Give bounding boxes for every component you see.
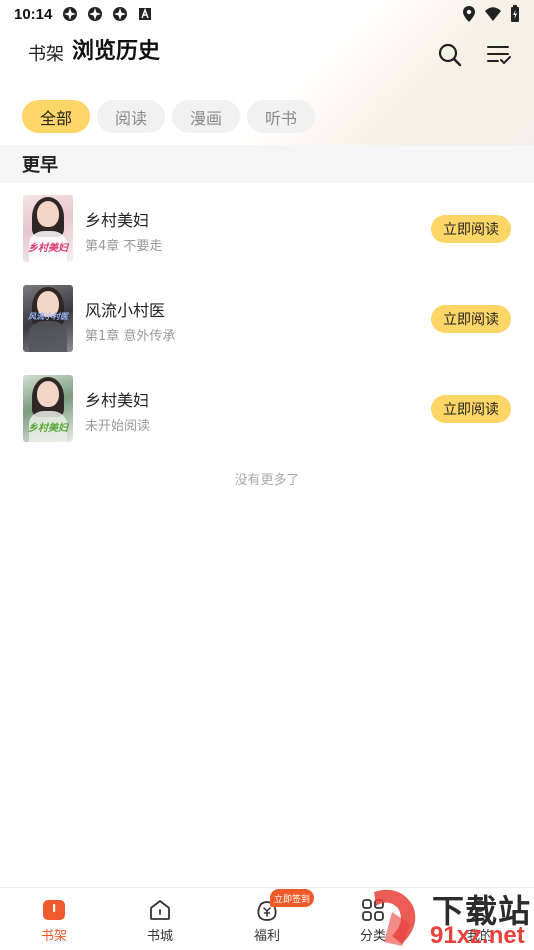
- cover-title: 乡村美妇: [28, 243, 68, 254]
- page-title: 浏览历史: [72, 39, 161, 64]
- book-cover[interactable]: 乡村美妇: [23, 375, 73, 442]
- notification-icon: [113, 7, 128, 21]
- read-now-button[interactable]: 立即阅读: [431, 305, 511, 333]
- list-item[interactable]: 乡村美妇 乡村美妇 未开始阅读 立即阅读: [0, 371, 534, 461]
- bookstore-icon: [150, 900, 170, 920]
- filter-all[interactable]: 全部: [22, 100, 91, 133]
- book-title: 乡村美妇: [85, 211, 150, 230]
- list-item[interactable]: 乡村美妇 乡村美妇 第4章 不要走 立即阅读: [0, 191, 534, 281]
- filter-reading[interactable]: 阅读: [97, 100, 166, 133]
- bookshelf-back-link[interactable]: 书架: [28, 40, 64, 66]
- history-list: 乡村美妇 乡村美妇 第4章 不要走 立即阅读 风流小村医 风流小村医 第1章 意…: [0, 191, 534, 461]
- reading-progress: 第1章 意外传承: [85, 329, 176, 344]
- section-header: 更早: [0, 145, 534, 183]
- status-indicators: [462, 5, 520, 23]
- manage-list-icon[interactable]: [486, 42, 512, 68]
- book-title: 乡村美妇: [85, 391, 150, 410]
- book-cover[interactable]: 乡村美妇: [23, 195, 73, 262]
- book-title: 风流小村医: [85, 301, 166, 320]
- wifi-icon: [485, 7, 501, 21]
- book-cover[interactable]: 风流小村医: [23, 285, 73, 352]
- read-now-button[interactable]: 立即阅读: [431, 395, 511, 423]
- filter-comics[interactable]: 漫画: [172, 100, 241, 133]
- cover-art: [37, 201, 59, 227]
- status-time: 10:14: [14, 5, 53, 23]
- notification-icon: [63, 7, 78, 21]
- notification-icon: [88, 7, 103, 21]
- app-notification-icon: [139, 7, 152, 20]
- reading-progress: 未开始阅读: [85, 419, 151, 434]
- reading-progress: 第4章 不要走: [85, 239, 163, 254]
- cover-title: 乡村美妇: [28, 423, 68, 434]
- tab-label: 福利: [253, 929, 280, 944]
- filter-audiobook[interactable]: 听书: [247, 100, 316, 133]
- bookshelf-icon: [43, 900, 65, 920]
- app-header: 书架 浏览历史: [0, 28, 534, 86]
- battery-icon: [511, 5, 519, 22]
- sign-in-badge[interactable]: 立即签到: [270, 889, 315, 907]
- list-end-text: 没有更多了: [234, 473, 300, 488]
- watermark-url: 91xz.net: [430, 922, 525, 949]
- location-icon: [463, 6, 475, 22]
- search-icon[interactable]: [437, 42, 463, 68]
- tab-label: 书城: [146, 929, 173, 944]
- section-title: 更早: [22, 155, 58, 176]
- list-item[interactable]: 风流小村医 风流小村医 第1章 意外传承 立即阅读: [0, 281, 534, 371]
- status-bar: 10:14: [0, 0, 534, 28]
- tab-label: 书架: [40, 929, 67, 944]
- cover-art: [29, 321, 67, 352]
- cover-title: 风流小村医: [28, 312, 68, 321]
- filter-tabs: 全部 阅读 漫画 听书: [22, 100, 316, 133]
- read-now-button[interactable]: 立即阅读: [431, 215, 511, 243]
- tab-bookstore[interactable]: 书城: [130, 898, 190, 944]
- cover-art: [37, 381, 59, 407]
- tab-bookshelf[interactable]: 书架: [24, 898, 84, 944]
